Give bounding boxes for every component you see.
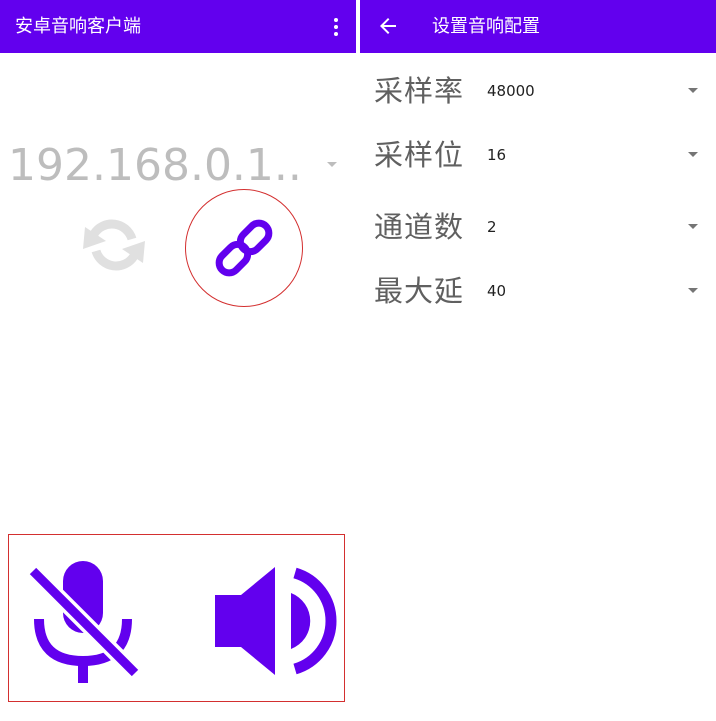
max-latency-label: 最大延迟 [374,274,465,308]
server-ip-dropdown[interactable]: 192.168.0.1.. [8,140,348,192]
main-screen: 安卓音响客户端 192.168.0.1.. [0,0,356,721]
speaker-toggle-button[interactable] [209,565,337,677]
settings-title: 设置音响配置 [432,16,540,37]
max-latency-row[interactable]: 最大延迟 40 [360,263,716,327]
bit-depth-label: 采样位数 [374,138,465,172]
mic-off-icon [27,561,141,683]
dropdown-arrow-icon [688,224,698,229]
more-vert-icon[interactable] [330,15,342,39]
bit-depth-value: 16 [487,146,507,164]
channels-value: 2 [487,218,497,236]
app-title: 安卓音响客户端 [15,16,141,37]
audio-controls [8,534,345,702]
refresh-button[interactable] [82,215,146,275]
channels-row[interactable]: 通道数 2 [360,199,716,263]
settings-app-bar: 设置音响配置 [360,0,716,53]
dropdown-arrow-icon [688,288,698,293]
refresh-icon [83,219,145,271]
dropdown-arrow-icon [688,88,698,93]
max-latency-value: 40 [487,282,507,300]
server-ip-value: 192.168.0.1.. [8,140,302,191]
channels-label: 通道数 [374,210,465,244]
bit-depth-row[interactable]: 采样位数 16 [360,127,716,191]
connect-button[interactable] [185,189,303,307]
settings-screen: 设置音响配置 采样率 48000 采样位数 16 通道数 2 最大延迟 40 [360,0,716,721]
app-bar: 安卓音响客户端 [0,0,356,53]
sample-rate-row[interactable]: 采样率 48000 [360,63,716,127]
dropdown-arrow-icon [688,152,698,157]
back-button[interactable] [376,14,400,38]
volume-icon [215,567,337,675]
sample-rate-label: 采样率 [374,74,465,108]
mic-toggle-button[interactable] [27,557,141,687]
dropdown-arrow-icon [327,162,337,167]
link-icon [215,219,273,277]
sample-rate-value: 48000 [487,82,535,100]
arrow-back-icon [380,18,396,34]
